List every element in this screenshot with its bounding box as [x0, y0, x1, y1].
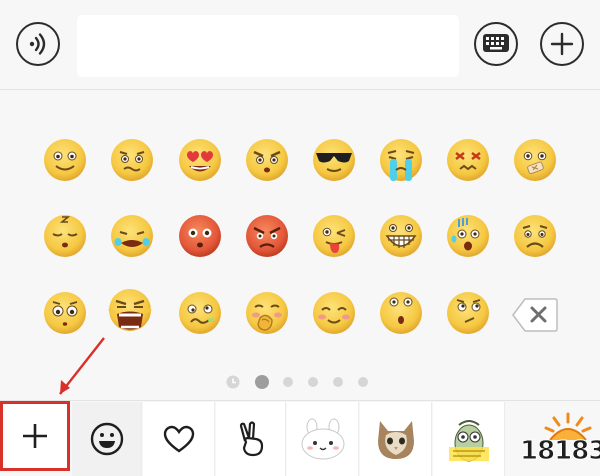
page-dot[interactable]: [308, 377, 318, 387]
emoji-dizzy[interactable]: [445, 137, 491, 183]
heart-eyes-emoji-icon: [179, 139, 221, 181]
voice-button[interactable]: [16, 22, 60, 66]
chat-emoji-screen: 18183: [0, 0, 600, 476]
recent-clock-icon: [226, 375, 240, 389]
tab-cartoon-sticker[interactable]: [433, 402, 505, 476]
tongue-wink-emoji-icon: [313, 215, 355, 257]
awkward-smile-emoji-icon: [111, 139, 153, 181]
emoji-tongue-wink[interactable]: [311, 213, 357, 259]
scared-sweat-emoji-icon: [447, 215, 489, 257]
emoji-heart-eyes[interactable]: [177, 137, 223, 183]
drunk-emoji-icon: [179, 292, 221, 334]
keyboard-icon: [483, 34, 509, 52]
smiley-icon: [90, 422, 123, 456]
wide-eyed-emoji-icon: [44, 292, 86, 334]
emoji-wide-eyed[interactable]: [42, 290, 88, 336]
message-input[interactable]: [77, 15, 459, 77]
plus-icon: [23, 424, 47, 448]
sad-emoji-icon: [514, 215, 556, 257]
sleepy-emoji-icon: [44, 215, 86, 257]
angry-frown-emoji-icon: [246, 139, 288, 181]
more-button[interactable]: [540, 22, 584, 66]
plus-icon: [550, 32, 574, 56]
tab-add-sticker[interactable]: [0, 401, 70, 471]
emoji-big-grin[interactable]: [378, 213, 424, 259]
emoji-cool-sunglasses[interactable]: [311, 137, 357, 183]
thinking-emoji-icon: [447, 292, 489, 334]
furious-red-emoji-icon: [246, 215, 288, 257]
sunglasses-emoji-icon: [313, 139, 355, 181]
bandaged-emoji-icon: [514, 139, 556, 181]
emoji-awkward-smile[interactable]: [109, 137, 155, 183]
emoji-facepalm-blush[interactable]: [244, 290, 290, 336]
emoji-page-indicator[interactable]: [226, 373, 376, 391]
big-grin-emoji-icon: [380, 215, 422, 257]
chat-input-bar: [0, 0, 600, 90]
emoji-bawling[interactable]: [107, 287, 153, 333]
emoji-thinking[interactable]: [445, 290, 491, 336]
surprised-emoji-icon: [380, 292, 422, 334]
victory-hand-icon: [239, 421, 263, 457]
blushing-smile-emoji-icon: [313, 292, 355, 334]
emoji-sleepy[interactable]: [42, 213, 88, 259]
bawling-emoji-icon: [108, 289, 152, 331]
page-dot-active[interactable]: [255, 375, 269, 389]
tab-bunny-sticker[interactable]: [287, 402, 359, 476]
tearful-emoji-icon: [111, 215, 153, 257]
crying-emoji-icon: [380, 139, 422, 181]
cat-photo-icon: [377, 421, 414, 459]
page-dot[interactable]: [283, 377, 293, 387]
shocked-red-emoji-icon: [179, 215, 221, 257]
emoji-blushing-smile[interactable]: [311, 290, 357, 336]
tab-emoji[interactable]: [72, 402, 142, 476]
tab-favorites[interactable]: [143, 402, 215, 476]
emoji-furious-red[interactable]: [244, 213, 290, 259]
emoji-drunk[interactable]: [177, 290, 223, 336]
keyboard-button[interactable]: [474, 22, 518, 66]
emoji-crying[interactable]: [378, 137, 424, 183]
emoji-sad[interactable]: [512, 213, 558, 259]
voice-wave-icon: [29, 33, 46, 55]
emoji-tearful[interactable]: [109, 213, 155, 259]
dizzy-emoji-icon: [447, 139, 489, 181]
emoji-smile[interactable]: [42, 137, 88, 183]
emoji-scared-sweat[interactable]: [445, 213, 491, 259]
emoji-bandaged[interactable]: [512, 137, 558, 183]
tab-cat-sticker[interactable]: [360, 402, 432, 476]
watermark-logo: 18183: [516, 410, 600, 472]
page-dot[interactable]: [358, 377, 368, 387]
watermark-text: 18183: [519, 436, 600, 467]
backspace-key[interactable]: [512, 297, 558, 333]
emoji-shocked-red[interactable]: [177, 213, 223, 259]
emoji-surprised[interactable]: [378, 290, 424, 336]
tab-gesture[interactable]: [216, 402, 286, 476]
bunny-face-icon: [301, 418, 344, 460]
emoji-angry-frown[interactable]: [244, 137, 290, 183]
smile-emoji-icon: [44, 139, 86, 181]
heart-icon: [163, 425, 194, 453]
backspace-icon: [512, 298, 558, 332]
page-dot[interactable]: [333, 377, 343, 387]
facepalm-blush-emoji-icon: [246, 292, 288, 334]
cartoon-character-icon: [448, 420, 489, 462]
